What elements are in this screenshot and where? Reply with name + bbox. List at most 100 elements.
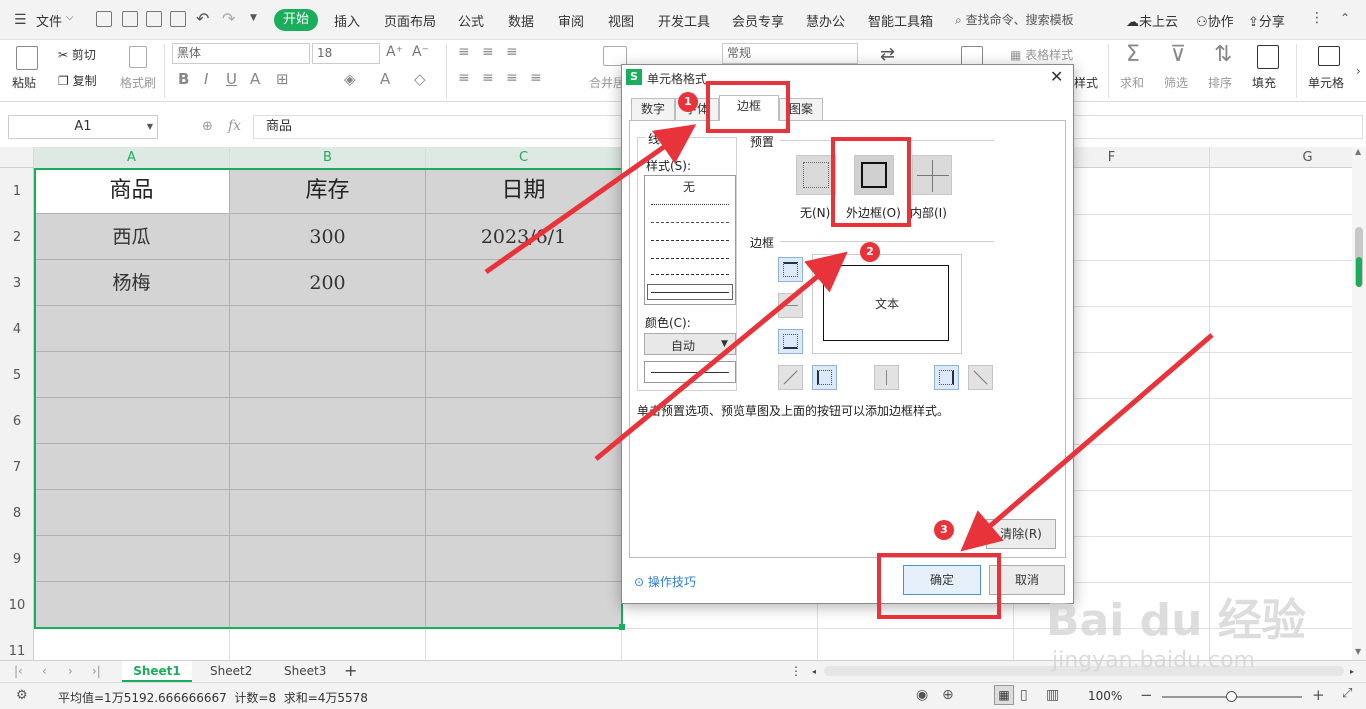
merge-icon[interactable] bbox=[603, 46, 627, 66]
align-center-icon[interactable]: ≡ bbox=[482, 70, 494, 86]
filter-icon[interactable]: ⊽ bbox=[1170, 42, 1186, 67]
border-diagonal-down-button[interactable] bbox=[968, 365, 993, 390]
fill-icon[interactable] bbox=[1257, 45, 1279, 69]
font-name-select[interactable]: 黑体 bbox=[172, 43, 310, 64]
input-method-icon[interactable]: ⊕ bbox=[942, 687, 954, 703]
zoom-slider-thumb[interactable] bbox=[1226, 691, 1237, 702]
column-header-a[interactable]: A bbox=[34, 147, 230, 168]
first-sheet-icon[interactable]: |‹ bbox=[14, 664, 23, 678]
format-painter-icon[interactable] bbox=[129, 46, 147, 68]
hamburger-icon[interactable]: ☰ bbox=[14, 12, 27, 28]
zoom-out-icon[interactable]: − bbox=[1140, 686, 1153, 704]
align-top-icon[interactable]: ≡ bbox=[458, 44, 470, 60]
tab-number[interactable]: 数字 bbox=[631, 98, 675, 121]
export-icon[interactable] bbox=[122, 11, 138, 27]
add-sheet-icon[interactable]: + bbox=[344, 661, 357, 680]
share-button[interactable]: ⇪分享 bbox=[1248, 11, 1285, 30]
line-style-dotted[interactable] bbox=[651, 204, 729, 205]
cut-button[interactable]: ✂ 剪切 bbox=[58, 46, 96, 63]
font-size-select[interactable]: 18 bbox=[312, 43, 380, 64]
line-style-dashed[interactable] bbox=[651, 274, 729, 275]
close-icon[interactable]: ✕ bbox=[1050, 67, 1063, 86]
convert-icon[interactable]: ⇄ bbox=[880, 44, 895, 65]
fx-icon[interactable]: fx bbox=[228, 118, 241, 134]
collaborate-button[interactable]: ⚇协作 bbox=[1196, 11, 1234, 30]
hscroll-left-icon[interactable]: ◂ bbox=[812, 667, 816, 676]
tab-view[interactable]: 视图 bbox=[608, 11, 634, 30]
ribbon-scroll-right-icon[interactable]: › bbox=[1356, 64, 1361, 78]
print-icon[interactable] bbox=[146, 11, 162, 27]
border-middle-h-button[interactable] bbox=[778, 293, 803, 318]
select-all-corner[interactable] bbox=[0, 147, 34, 168]
paste-button[interactable]: 粘贴 bbox=[12, 74, 36, 91]
tab-member[interactable]: 会员专享 bbox=[732, 11, 784, 30]
sort-icon[interactable]: ⇅ bbox=[1214, 42, 1232, 67]
copy-button[interactable]: ❐ 复制 bbox=[58, 72, 97, 89]
command-search[interactable]: ⌕ 查找命令、搜索模板 bbox=[955, 11, 1074, 28]
color-select[interactable]: 自动 ▼ bbox=[644, 333, 736, 355]
page-break-view-icon[interactable]: ▥ bbox=[1046, 687, 1059, 703]
align-middle-icon[interactable]: ≡ bbox=[482, 44, 494, 60]
next-sheet-icon[interactable]: › bbox=[68, 664, 73, 678]
sum-button[interactable]: 求和 bbox=[1120, 74, 1144, 91]
underline-icon[interactable]: U bbox=[226, 70, 237, 88]
line-style-thin-selected[interactable] bbox=[647, 284, 733, 300]
preview-icon[interactable] bbox=[170, 11, 186, 27]
row-header[interactable]: 3 bbox=[0, 276, 34, 291]
line-style-list[interactable]: 无 bbox=[644, 175, 736, 305]
file-menu[interactable]: 文件 bbox=[36, 11, 62, 30]
border-top-button[interactable] bbox=[778, 257, 803, 282]
clear-format-icon[interactable]: ◇ bbox=[414, 70, 426, 88]
tab-scroll-options-icon[interactable]: ⋮ bbox=[790, 664, 802, 678]
column-header-c[interactable]: C bbox=[426, 147, 622, 168]
justify-icon[interactable]: ≡ bbox=[530, 70, 542, 86]
cell-icon[interactable] bbox=[1318, 46, 1340, 66]
tab-review[interactable]: 审阅 bbox=[558, 11, 584, 30]
align-bottom-icon[interactable]: ≡ bbox=[506, 44, 518, 60]
tab-insert[interactable]: 插入 bbox=[334, 11, 360, 30]
cloud-status[interactable]: ☁未上云 bbox=[1126, 11, 1178, 30]
line-style-dash-dot-dot[interactable] bbox=[651, 258, 729, 259]
cell-button[interactable]: 单元格 bbox=[1308, 74, 1344, 91]
row-header[interactable]: 7 bbox=[0, 460, 34, 475]
tab-data[interactable]: 数据 bbox=[508, 11, 534, 30]
save-icon[interactable] bbox=[96, 11, 112, 27]
tab-developer[interactable]: 开发工具 bbox=[658, 11, 710, 30]
border-preview[interactable]: 文本 bbox=[812, 254, 962, 354]
row-header[interactable]: 5 bbox=[0, 368, 34, 383]
border-diagonal-up-button[interactable] bbox=[778, 365, 803, 390]
tab-smart-toolbox[interactable]: 智能工具箱 bbox=[868, 11, 933, 30]
sheet-tab-sheet2[interactable]: Sheet2 bbox=[210, 664, 252, 678]
redo-icon[interactable]: ↷ bbox=[222, 9, 235, 28]
column-header-g[interactable]: G bbox=[1210, 147, 1366, 168]
dialog-title-bar[interactable]: S 单元格格式 ✕ bbox=[622, 65, 1073, 91]
quick-access-dropdown-icon[interactable]: ▼ bbox=[250, 13, 257, 23]
prev-sheet-icon[interactable]: ‹ bbox=[42, 664, 47, 678]
decrease-font-icon[interactable]: A⁻ bbox=[412, 44, 429, 60]
strikethrough-icon[interactable]: A bbox=[250, 70, 260, 88]
zoom-in-icon[interactable]: + bbox=[1312, 686, 1325, 704]
row-header[interactable]: 8 bbox=[0, 506, 34, 521]
fill-handle[interactable] bbox=[619, 624, 625, 630]
row-header[interactable]: 2 bbox=[0, 230, 34, 245]
conditional-format-icon[interactable] bbox=[961, 46, 983, 66]
cell-style-button[interactable]: 样式 bbox=[1074, 74, 1098, 91]
macro-record-icon[interactable]: ⚙ bbox=[16, 688, 28, 703]
row-header[interactable]: 6 bbox=[0, 414, 34, 429]
scroll-up-icon[interactable]: ▲ bbox=[1355, 147, 1361, 156]
chevron-down-icon[interactable]: ⌵ bbox=[66, 12, 74, 23]
format-painter-button[interactable]: 格式刷 bbox=[120, 74, 156, 91]
collapse-ribbon-icon[interactable]: ⌃ bbox=[1340, 11, 1350, 25]
border-middle-v-button[interactable] bbox=[874, 365, 899, 390]
undo-icon[interactable]: ↶ bbox=[196, 9, 209, 28]
sheet-tab-sheet1[interactable]: Sheet1 bbox=[122, 661, 192, 682]
font-color-icon[interactable]: A bbox=[380, 70, 390, 88]
borders-icon[interactable]: ⊞ bbox=[276, 70, 289, 88]
align-left-icon[interactable]: ≡ bbox=[458, 70, 470, 86]
eye-protection-icon[interactable]: ◉ bbox=[916, 687, 928, 703]
fullscreen-icon[interactable]: ⤢ bbox=[1342, 686, 1352, 701]
number-format-select[interactable]: 常规 bbox=[722, 43, 858, 64]
tab-page-layout[interactable]: 页面布局 bbox=[384, 11, 436, 30]
tips-link[interactable]: ⊙ 操作技巧 bbox=[634, 573, 696, 590]
line-style-none[interactable]: 无 bbox=[683, 178, 695, 195]
